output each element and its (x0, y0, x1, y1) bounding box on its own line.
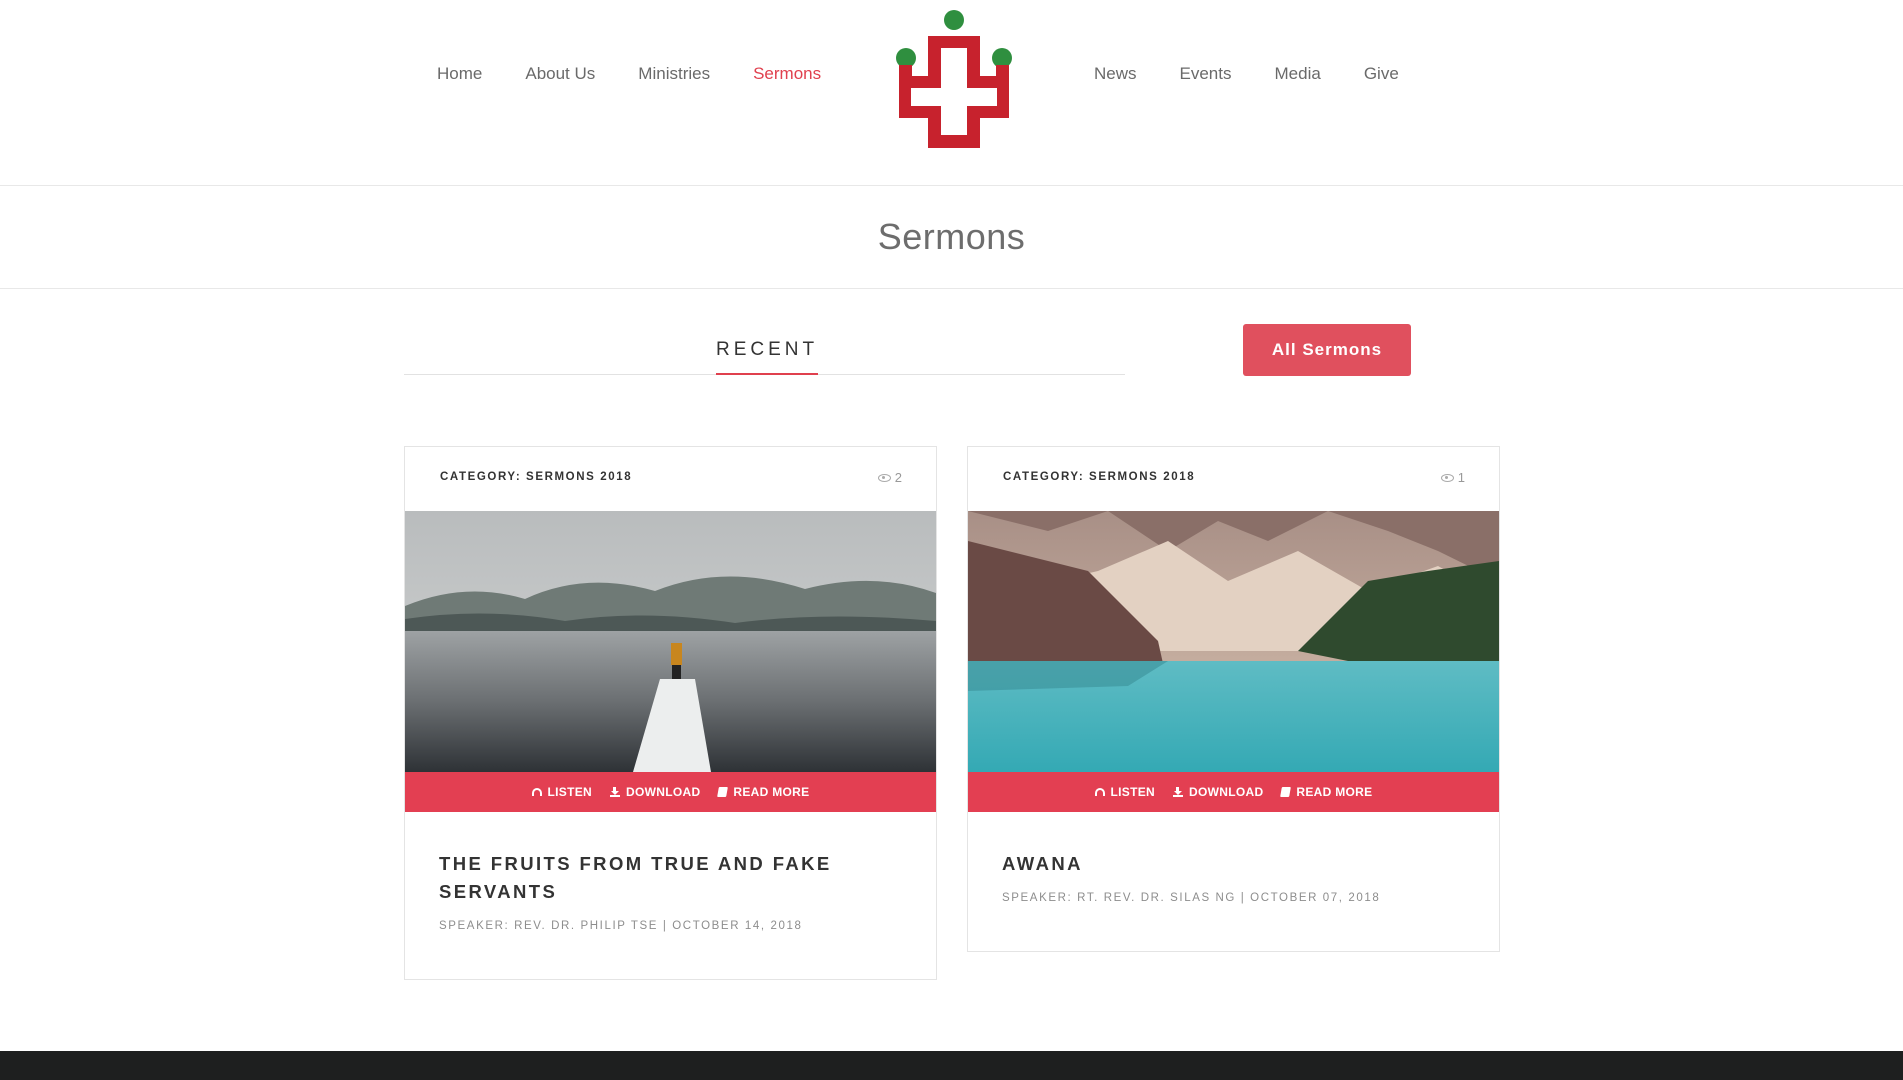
nav-about-us[interactable]: About Us (525, 64, 595, 84)
logo-dot-top (944, 10, 964, 30)
sermon-card: CATEGORY: SERMONS 2018 2 LISTEN DOWNLOAD… (404, 446, 937, 980)
mountain-lake-image[interactable] (968, 511, 1499, 772)
misty-lake-image[interactable] (405, 511, 936, 772)
nav-news[interactable]: News (1094, 64, 1137, 84)
headphones-icon (531, 788, 542, 796)
sermon-category[interactable]: CATEGORY: SERMONS 2018 (440, 471, 632, 483)
listen-label: LISTEN (1110, 785, 1156, 799)
sermon-title[interactable]: THE FRUITS FROM TRUE AND FAKE SERVANTS (439, 850, 902, 906)
download-button[interactable]: DOWNLOAD (1173, 785, 1263, 799)
sermon-meta: SPEAKER: RT. REV. DR. SILAS NG | OCTOBER… (1002, 892, 1381, 904)
read-more-button[interactable]: READ MORE (717, 785, 810, 799)
headphones-icon (1094, 788, 1105, 796)
download-button[interactable]: DOWNLOAD (610, 785, 700, 799)
nav-sermons[interactable]: Sermons (753, 64, 821, 84)
sermon-actions: LISTEN DOWNLOAD READ MORE (405, 772, 936, 812)
site-header: Home About Us Ministries Sermons News Ev… (0, 0, 1903, 186)
sermon-title[interactable]: AWANA (1002, 850, 1465, 878)
view-count-value: 1 (1457, 470, 1465, 485)
listen-button[interactable]: LISTEN (1094, 785, 1156, 799)
download-label: DOWNLOAD (1189, 785, 1264, 799)
logo-cross-shape (899, 36, 1009, 148)
card-body: AWANA SPEAKER: RT. REV. DR. SILAS NG | O… (968, 812, 1499, 904)
download-icon (1173, 787, 1184, 797)
tab-recent[interactable]: RECENT (716, 339, 819, 375)
read-more-label: READ MORE (733, 785, 810, 799)
sermon-category[interactable]: CATEGORY: SERMONS 2018 (1003, 471, 1195, 483)
view-count: 1 (1440, 470, 1465, 485)
nav-home[interactable]: Home (437, 64, 482, 84)
nav-events[interactable]: Events (1180, 64, 1232, 84)
nav-left: Home About Us Ministries Sermons (437, 64, 864, 84)
card-header: CATEGORY: SERMONS 2018 1 (968, 447, 1499, 511)
sermon-card: CATEGORY: SERMONS 2018 1 LISTEN DOWNLOAD… (967, 446, 1500, 952)
card-header: CATEGORY: SERMONS 2018 2 (405, 447, 936, 511)
nav-give[interactable]: Give (1364, 64, 1399, 84)
listen-button[interactable]: LISTEN (531, 785, 593, 799)
church-logo[interactable] (892, 8, 1016, 148)
sermon-actions: LISTEN DOWNLOAD READ MORE (968, 772, 1499, 812)
view-count-value: 2 (894, 470, 902, 485)
nav-right: News Events Media Give (1094, 64, 1442, 84)
download-icon (610, 787, 621, 797)
read-more-label: READ MORE (1296, 785, 1373, 799)
view-count: 2 (877, 470, 902, 485)
eye-icon (877, 473, 891, 482)
page-title: Sermons (877, 216, 1026, 257)
person-figure (671, 643, 682, 665)
page-title-band: Sermons (0, 186, 1903, 289)
book-icon (1280, 787, 1292, 797)
eye-icon (1440, 473, 1454, 482)
listen-label: LISTEN (547, 785, 593, 799)
download-label: DOWNLOAD (626, 785, 701, 799)
card-body: THE FRUITS FROM TRUE AND FAKE SERVANTS S… (405, 812, 936, 932)
read-more-button[interactable]: READ MORE (1280, 785, 1373, 799)
sermon-meta: SPEAKER: REV. DR. PHILIP TSE | OCTOBER 1… (439, 920, 803, 932)
site-footer (0, 1051, 1903, 1080)
nav-media[interactable]: Media (1275, 64, 1321, 84)
all-sermons-button[interactable]: All Sermons (1243, 324, 1411, 376)
book-icon (717, 787, 729, 797)
nav-ministries[interactable]: Ministries (638, 64, 710, 84)
person-legs (672, 665, 681, 679)
